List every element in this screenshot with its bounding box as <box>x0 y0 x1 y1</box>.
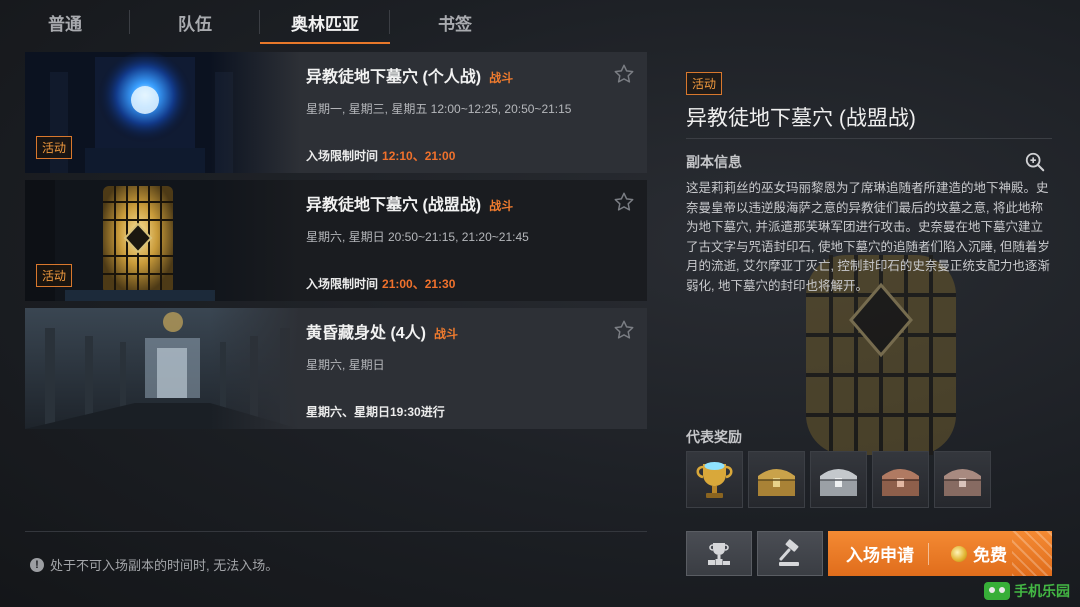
watermark: 手机乐园 <box>984 581 1070 601</box>
tab-label: 普通 <box>48 14 82 34</box>
list-divider <box>25 531 647 532</box>
entry-limit-label: 入场限制时间 <box>306 277 379 291</box>
rewards-label: 代表奖励 <box>686 429 742 445</box>
dungeon-thumbnail <box>25 308 300 429</box>
dungeon-title-text: 异教徒地下墓穴 (个人战) <box>306 69 482 86</box>
dungeon-schedule: 星期六, 星期日 <box>306 358 385 372</box>
dungeon-schedule: 星期六, 星期日 20:50~21:15, 21:20~21:45 <box>306 230 529 244</box>
active-tab-underline <box>260 42 390 44</box>
detail-divider <box>686 138 1052 139</box>
dungeon-card[interactable]: 活动 异教徒地下墓穴 (个人战) 战斗 星期一, 星期三, 星期五 12:00~1… <box>25 52 647 173</box>
dungeon-title-text: 异教徒地下墓穴 (战盟战) <box>306 197 482 214</box>
combat-tag: 战斗 <box>434 327 459 341</box>
enter-apply-label: 入场申请 <box>846 546 914 565</box>
entry-limit-time: 21:00、21:30 <box>382 277 456 291</box>
trophy-podium-icon <box>708 542 730 565</box>
bookmark-star-icon[interactable] <box>613 319 635 341</box>
ranking-button[interactable] <box>686 531 752 576</box>
dungeon-title: 黄昏藏身处 (4人) 战斗 <box>306 319 458 343</box>
zoom-in-icon[interactable] <box>1024 151 1046 173</box>
top-tabbar: 普通 队伍 奥林匹亚 书签 <box>0 0 520 44</box>
watermark-text: 手机乐园 <box>1014 583 1070 599</box>
event-badge: 活动 <box>36 264 73 287</box>
entry-limit-time: 12:10、21:00 <box>382 149 456 163</box>
gold-chest-icon <box>758 469 795 496</box>
detail-title: 异教徒地下墓穴 (战盟战) <box>686 107 916 130</box>
tab-olympia[interactable]: 奥林匹亚 <box>260 0 390 44</box>
tab-label: 奥林匹亚 <box>291 14 359 34</box>
entry-notice-text: 处于不可入场副本的时间时, 无法入场。 <box>50 558 279 573</box>
tab-party[interactable]: 队伍 <box>130 0 260 44</box>
trophy-icon <box>696 462 733 498</box>
combat-tag: 战斗 <box>489 71 514 85</box>
entry-limit: 入场限制时间 12:10、21:00 <box>306 147 455 164</box>
event-badge: 活动 <box>686 72 723 95</box>
dungeon-title: 异教徒地下墓穴 (战盟战) 战斗 <box>306 191 513 215</box>
auction-button[interactable] <box>757 531 823 576</box>
button-decoration <box>1012 531 1052 576</box>
gavel-icon <box>779 538 799 566</box>
event-badge: 活动 <box>36 136 73 159</box>
dungeon-description: 这是莉莉丝的巫女玛丽黎恩为了席琳追随者所建造的地下神殿。史奈曼皇帝以违逆殷海萨之… <box>686 181 1050 293</box>
dungeon-card[interactable]: 黄昏藏身处 (4人) 战斗 星期六, 星期日 星期六、星期日19:30进行 <box>25 308 647 429</box>
thumbnail-fade <box>210 308 300 429</box>
button-separator <box>928 542 929 565</box>
bookmark-star-icon[interactable] <box>613 191 635 213</box>
bronze-chest-icon <box>882 469 919 496</box>
entry-limit-label: 入场限制时间 <box>306 149 379 163</box>
combat-tag: 战斗 <box>489 199 514 213</box>
thumbnail-fade <box>210 52 300 173</box>
reward-item[interactable] <box>686 451 743 508</box>
reward-item[interactable] <box>748 451 805 508</box>
dungeon-schedule: 星期一, 星期三, 星期五 12:00~12:25, 20:50~21:15 <box>306 102 572 116</box>
copper-chest-icon <box>944 469 981 496</box>
tab-label: 书签 <box>438 14 472 34</box>
dungeon-title-text: 黄昏藏身处 (4人) <box>306 325 427 342</box>
enter-apply-button[interactable]: 入场申请 免费 <box>828 531 1052 576</box>
cost-free-label: 免费 <box>973 546 1007 565</box>
reward-list <box>686 451 991 508</box>
thumbnail-fade <box>210 180 300 301</box>
reward-item[interactable] <box>934 451 991 508</box>
bookmark-star-icon[interactable] <box>613 63 635 85</box>
coin-icon <box>951 545 967 562</box>
entry-limit-label: 星期六、星期日19:30进行 <box>306 405 445 419</box>
dungeon-title: 异教徒地下墓穴 (个人战) 战斗 <box>306 63 513 87</box>
dungeon-info-label: 副本信息 <box>686 154 742 170</box>
tab-label: 队伍 <box>178 14 212 34</box>
silver-chest-icon <box>820 469 857 496</box>
tab-normal[interactable]: 普通 <box>0 0 130 44</box>
entry-limit: 星期六、星期日19:30进行 <box>306 403 445 420</box>
reward-item[interactable] <box>872 451 929 508</box>
info-icon: ! <box>30 557 44 572</box>
dungeon-detail-panel: 活动 异教徒地下墓穴 (战盟战) 副本信息 这是莉莉丝的巫女玛丽黎恩为了席琳追随… <box>686 0 1052 607</box>
dungeon-card[interactable]: 活动 异教徒地下墓穴 (战盟战) 战斗 星期六, 星期日 20:50~21:15,… <box>25 180 647 301</box>
tab-bookmark[interactable]: 书签 <box>390 0 520 44</box>
entry-notice: ! 处于不可入场副本的时间时, 无法入场。 <box>30 555 278 574</box>
entry-limit: 入场限制时间 21:00、21:30 <box>306 275 455 292</box>
dungeon-list: 活动 异教徒地下墓穴 (个人战) 战斗 星期一, 星期三, 星期五 12:00~1… <box>25 52 647 436</box>
watermark-logo-icon <box>984 582 1010 600</box>
reward-item[interactable] <box>810 451 867 508</box>
